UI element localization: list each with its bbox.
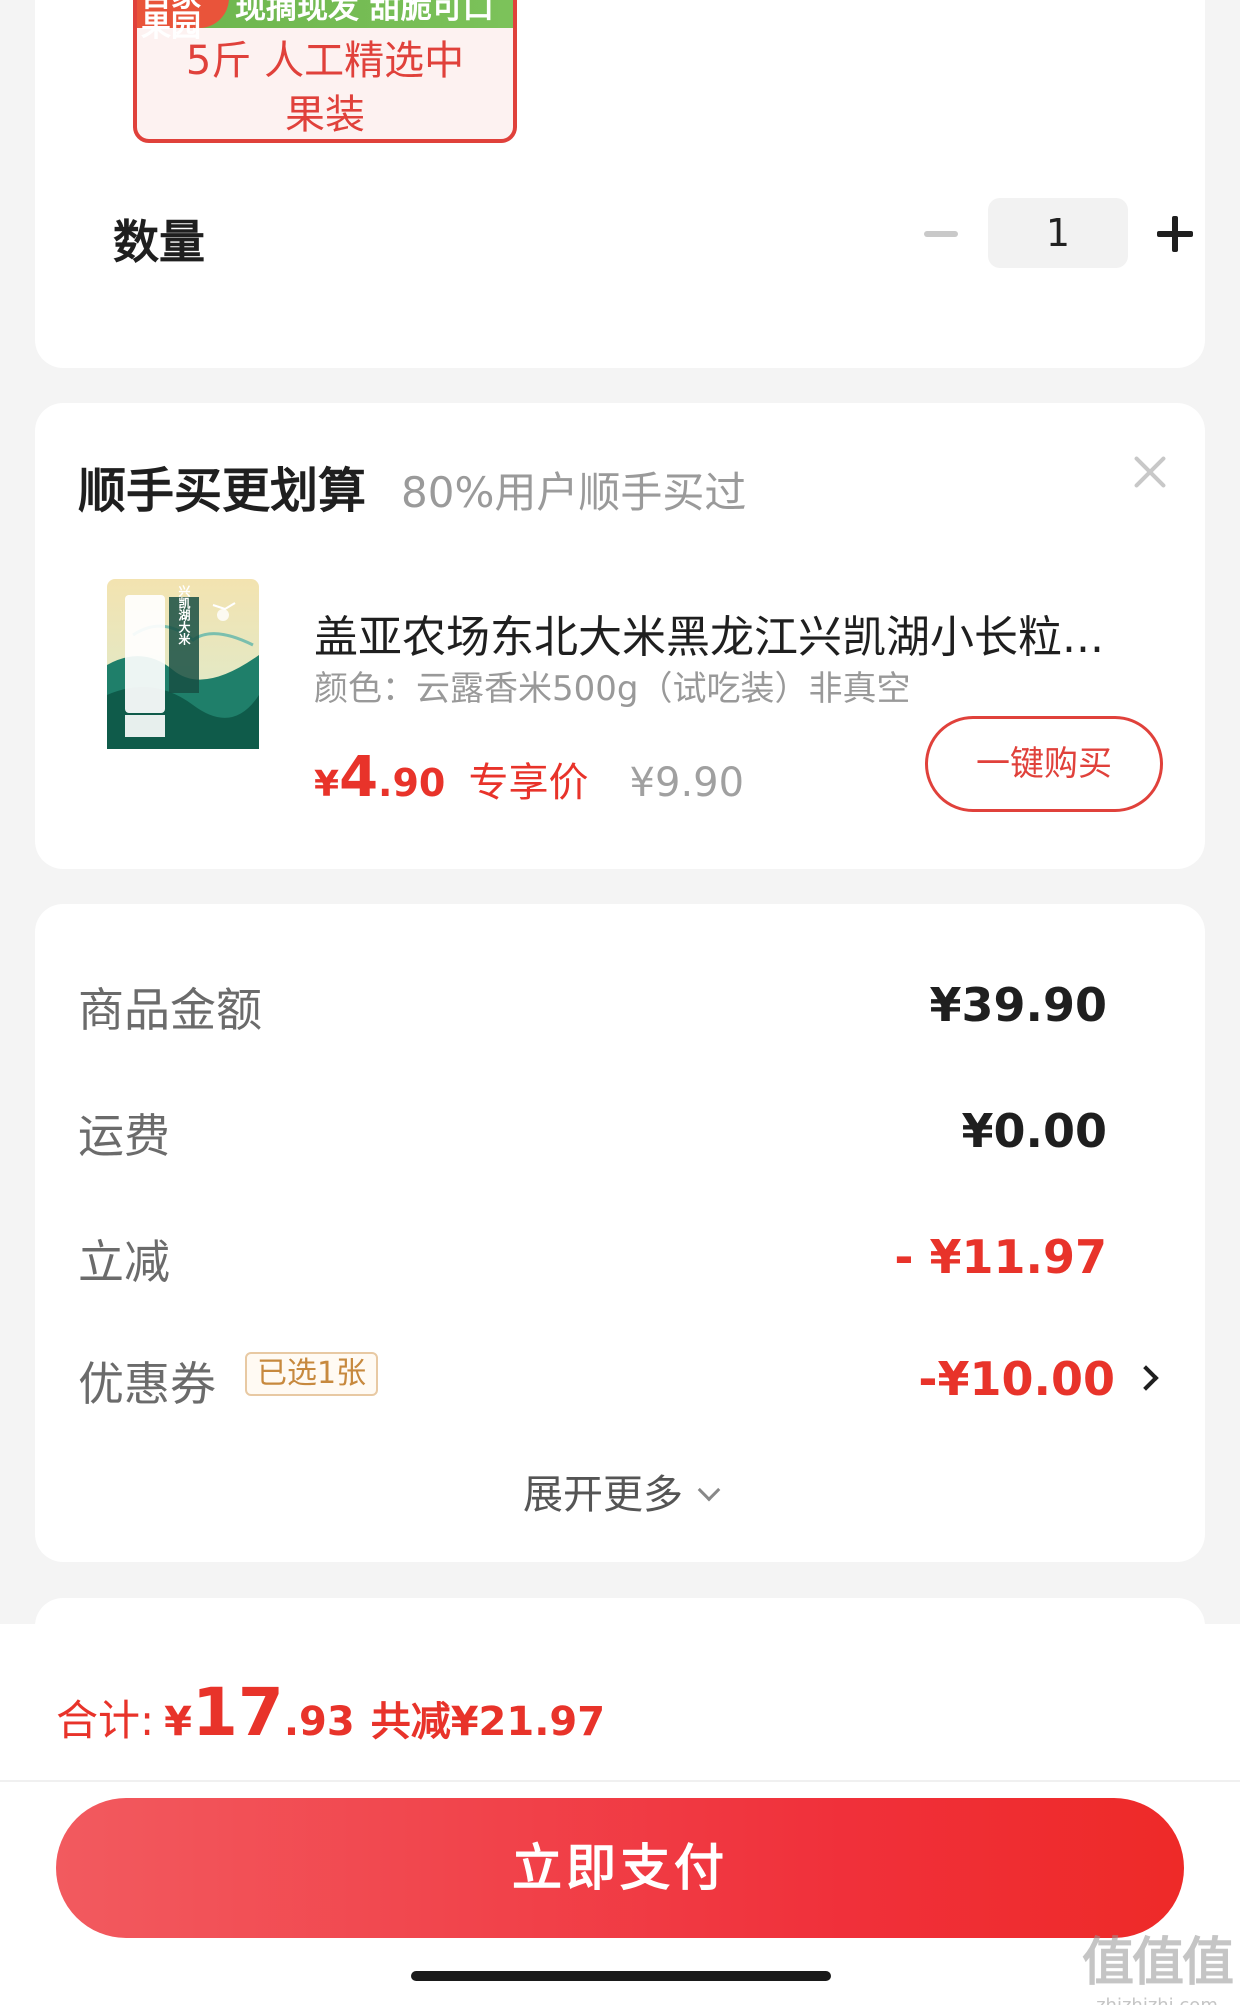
checkout-bottom-bar: 合计:¥17.93 共减¥21.97 立即支付 值值值 zhizhizhi.com — [0, 1624, 1240, 2005]
exclusive-price-tag: 专享价 — [468, 760, 589, 806]
total-decimal: .93 — [283, 1699, 355, 1745]
total-saved: 共减¥21.97 — [370, 1699, 606, 1745]
coupon-value[interactable]: -¥10.00 — [918, 1352, 1115, 1406]
divider — [0, 1780, 1240, 1782]
upsell-product-title[interactable]: 盖亚农场东北大米黑龙江兴凯湖小长粒... — [314, 601, 1154, 665]
chevron-right-icon[interactable] — [1133, 1365, 1159, 1391]
coupon-selected-badge: 已选1张 — [245, 1352, 379, 1396]
sku-banner-text: 现摘现发 甜脆可口 — [235, 0, 494, 26]
upsell-subtitle: 80%用户顺手买过 — [401, 468, 747, 517]
close-icon[interactable] — [1133, 455, 1167, 489]
watermark-logo: 值值值 — [1081, 1933, 1234, 1993]
sku-name: 5斤 人工精选中 果装 — [137, 34, 513, 139]
chevron-down-icon — [697, 1478, 721, 1502]
original-price: ¥9.90 — [629, 760, 745, 806]
expand-more-button[interactable]: 展开更多 — [35, 1462, 1205, 1520]
upsell-product-spec: 颜色：云露香米500g（试吃装）非真空 — [314, 669, 911, 709]
product-image[interactable]: 兴凯湖大米 — [103, 575, 263, 753]
price-integer: 4 — [339, 745, 379, 810]
package-brand-text: 兴凯湖大米 — [177, 584, 191, 646]
home-indicator[interactable] — [411, 1971, 831, 1981]
goods-amount-label: 商品金额 — [78, 983, 262, 1037]
goods-amount-value: ¥39.90 — [929, 978, 1107, 1032]
total-label: 合计: — [56, 1696, 155, 1745]
price-decimal: .90 — [378, 761, 446, 805]
shipping-label: 运费 — [78, 1109, 170, 1163]
watermark-url: zhizhizhi.com — [1082, 1995, 1232, 2005]
total-integer: 17 — [192, 1674, 284, 1751]
total-currency: ¥ — [164, 1699, 192, 1745]
pay-now-button[interactable]: 立即支付 — [56, 1798, 1184, 1938]
quantity-input[interactable]: 1 — [988, 198, 1128, 268]
shipping-value: ¥0.00 — [961, 1104, 1107, 1158]
sku-quantity-card: 自家果园 现摘现发 甜脆可口 5斤 人工精选中 果装 数量 1 — [35, 0, 1205, 368]
checkout-page: 自家果园 现摘现发 甜脆可口 5斤 人工精选中 果装 数量 1 顺手买更划算 8… — [0, 0, 1240, 2005]
upsell-price-row: ¥4.90 专享价 ¥9.90 — [314, 745, 744, 810]
quantity-decrease-button[interactable] — [924, 231, 958, 237]
expand-more-label: 展开更多 — [523, 1472, 683, 1518]
instant-discount-label: 立减 — [78, 1235, 170, 1289]
sku-option-selected[interactable]: 自家果园 现摘现发 甜脆可口 5斤 人工精选中 果装 — [133, 0, 517, 143]
watermark: 值值值 zhizhizhi.com — [1081, 1920, 1234, 2005]
sku-name-line1: 5斤 人工精选中 — [185, 38, 465, 84]
sku-name-line2: 果装 — [285, 92, 365, 138]
upsell-title: 顺手买更划算 — [78, 463, 367, 519]
order-summary-card: 商品金额 ¥39.90 运费 ¥0.00 立减 - ¥11.97 优惠券 已选1… — [35, 904, 1205, 1562]
total-row: 合计: ¥17.93 共减¥21.97 — [56, 1674, 605, 1751]
one-click-buy-button[interactable]: 一键购买 — [925, 716, 1163, 812]
quantity-label: 数量 — [113, 215, 205, 269]
quantity-increase-button[interactable] — [1157, 216, 1193, 252]
instant-discount-value: - ¥11.97 — [894, 1230, 1107, 1284]
coupon-label: 优惠券 — [78, 1357, 216, 1411]
upsell-card: 顺手买更划算 80%用户顺手买过 兴凯湖大米 盖亚农场东北大米黑龙江兴凯湖小长粒… — [35, 403, 1205, 869]
price-currency: ¥ — [314, 764, 340, 805]
